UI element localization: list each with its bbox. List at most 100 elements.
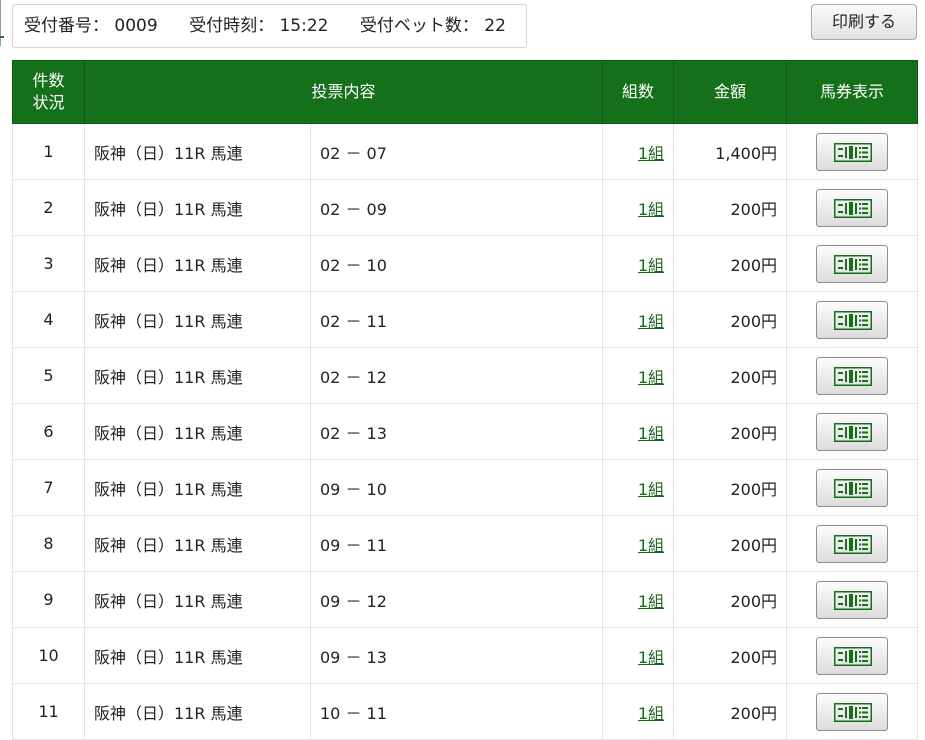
ticket-display-button[interactable] (816, 412, 889, 451)
bet-amount: 200円 (673, 459, 788, 516)
ticket-icon (834, 534, 873, 554)
ticket-icon (834, 254, 873, 274)
ticket-icon (834, 198, 873, 218)
table-row: 9 阪神（日）11R 馬連 09 － 12 1組 200円 (12, 571, 919, 628)
window-edge (0, 0, 1, 46)
header-combos: 組数 (602, 60, 675, 124)
bet-count-value: 22 (484, 16, 506, 36)
bet-amount: 200円 (673, 403, 788, 460)
race-info: 阪神（日）11R 馬連 (84, 627, 311, 684)
bet-combination: 09 － 11 (309, 515, 604, 572)
row-number: 2 (12, 179, 85, 236)
receipt-time-value: 15:22 (279, 16, 329, 36)
bet-count-label: 受付ベット数： (359, 16, 479, 36)
combo-count-link[interactable]: 1組 (638, 312, 664, 331)
ticket-display-button[interactable] (816, 132, 889, 171)
ticket-display-button[interactable] (816, 636, 889, 675)
receipt-number-label: 受付番号： (24, 16, 109, 36)
table-row: 3 阪神（日）11R 馬連 02 － 10 1組 200円 (12, 235, 919, 292)
ticket-display-button[interactable] (816, 580, 889, 619)
row-number: 8 (12, 515, 85, 572)
row-number: 6 (12, 403, 85, 460)
combo-count-cell: 1組 (602, 291, 675, 348)
combo-count-cell: 1組 (602, 571, 675, 628)
header-content: 投票内容 (83, 60, 604, 124)
table-row: 6 阪神（日）11R 馬連 02 － 13 1組 200円 (12, 403, 919, 460)
combo-count-link[interactable]: 1組 (638, 144, 664, 163)
combo-count-cell: 1組 (602, 627, 675, 684)
ticket-icon (834, 478, 873, 498)
ticket-display-button[interactable] (816, 524, 889, 563)
ticket-cell (786, 291, 919, 348)
table-row: 8 阪神（日）11R 馬連 09 － 11 1組 200円 (12, 515, 919, 572)
ticket-icon (834, 702, 873, 722)
ticket-cell (786, 179, 919, 236)
ticket-icon (834, 646, 873, 666)
bet-amount: 200円 (673, 515, 788, 572)
race-info: 阪神（日）11R 馬連 (84, 515, 311, 572)
ticket-cell (786, 403, 919, 460)
row-number: 3 (12, 235, 85, 292)
combo-count-cell: 1組 (602, 459, 675, 516)
bet-combination: 02 － 09 (309, 179, 604, 236)
combo-count-link[interactable]: 1組 (638, 424, 664, 443)
combo-count-link[interactable]: 1組 (638, 536, 664, 555)
ticket-icon (834, 422, 873, 442)
ticket-cell (786, 123, 919, 180)
row-number: 5 (12, 347, 85, 404)
ticket-display-button[interactable] (816, 188, 889, 227)
ticket-display-button[interactable] (816, 244, 889, 283)
bet-amount: 200円 (673, 571, 788, 628)
race-info: 阪神（日）11R 馬連 (84, 347, 311, 404)
bet-combination: 09 － 12 (309, 571, 604, 628)
combo-count-link[interactable]: 1組 (638, 200, 664, 219)
bet-table: 件数 状況 投票内容 組数 金額 馬券表示 1 阪神（日）11R 馬連 02 － 07… (12, 60, 919, 740)
combo-count-link[interactable]: 1組 (638, 648, 664, 667)
ticket-display-button[interactable] (816, 356, 889, 395)
combo-count-link[interactable]: 1組 (638, 256, 664, 275)
combo-count-cell: 1組 (602, 123, 675, 180)
receipt-number-value: 0009 (114, 16, 158, 36)
header-ticket-display: 馬券表示 (786, 60, 919, 124)
bet-combination: 02 － 10 (309, 235, 604, 292)
race-info: 阪神（日）11R 馬連 (84, 571, 311, 628)
receipt-time-label: 受付時刻： (189, 16, 275, 36)
table-row: 5 阪神（日）11R 馬連 02 － 12 1組 200円 (12, 347, 919, 404)
race-info: 阪神（日）11R 馬連 (84, 235, 311, 292)
bet-rows: 1 阪神（日）11R 馬連 02 － 07 1組 1,400円 2 阪神（日）11R 馬連 0… (12, 123, 919, 740)
bet-amount: 200円 (673, 235, 788, 292)
ticket-icon (834, 590, 873, 610)
ticket-display-button[interactable] (816, 692, 889, 731)
ticket-icon (834, 142, 873, 162)
table-row: 11 阪神（日）11R 馬連 10 － 11 1組 200円 (12, 683, 919, 740)
combo-count-link[interactable]: 1組 (638, 368, 664, 387)
bet-amount: 200円 (673, 627, 788, 684)
row-number: 7 (12, 459, 85, 516)
bet-amount: 200円 (673, 347, 788, 404)
bet-combination: 09 － 13 (309, 627, 604, 684)
bet-count: 受付ベット数： 22 (360, 16, 506, 36)
print-button[interactable]: 印刷する (811, 4, 917, 40)
receipt-number: 受付番号： 0009 (24, 16, 158, 36)
race-info: 阪神（日）11R 馬連 (84, 123, 311, 180)
combo-count-link[interactable]: 1組 (638, 592, 664, 611)
race-info: 阪神（日）11R 馬連 (84, 459, 311, 516)
table-row: 7 阪神（日）11R 馬連 09 － 10 1組 200円 (12, 459, 919, 516)
combo-count-link[interactable]: 1組 (638, 704, 664, 723)
row-number: 11 (12, 683, 85, 740)
window-edge-mark (0, 36, 4, 38)
header-amount: 金額 (673, 60, 788, 124)
bet-amount: 200円 (673, 683, 788, 740)
ticket-cell (786, 347, 919, 404)
ticket-display-button[interactable] (816, 468, 889, 507)
combo-count-cell: 1組 (602, 235, 675, 292)
ticket-display-button[interactable] (816, 300, 889, 339)
header-count-status: 件数 状況 (12, 60, 85, 124)
ticket-cell (786, 571, 919, 628)
ticket-icon (834, 310, 873, 330)
ticket-cell (786, 459, 919, 516)
combo-count-link[interactable]: 1組 (638, 480, 664, 499)
bet-combination: 09 － 10 (309, 459, 604, 516)
bet-amount: 1,400円 (673, 123, 788, 180)
row-number: 4 (12, 291, 85, 348)
